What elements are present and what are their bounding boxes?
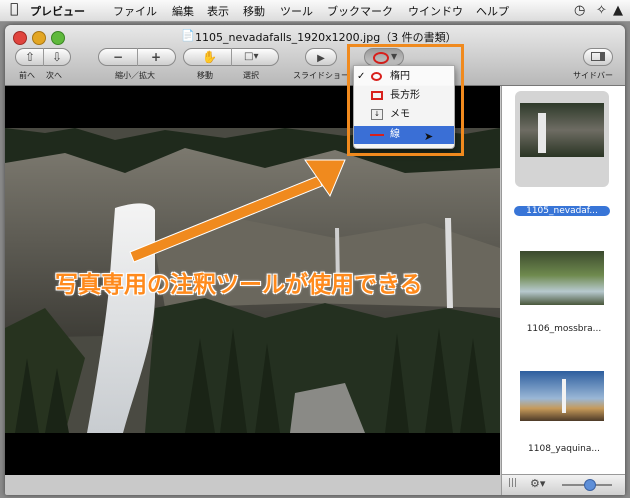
caption-text: 写真専用の注釈ツールが使用できる <box>55 272 423 298</box>
callout-arrow <box>129 159 346 263</box>
